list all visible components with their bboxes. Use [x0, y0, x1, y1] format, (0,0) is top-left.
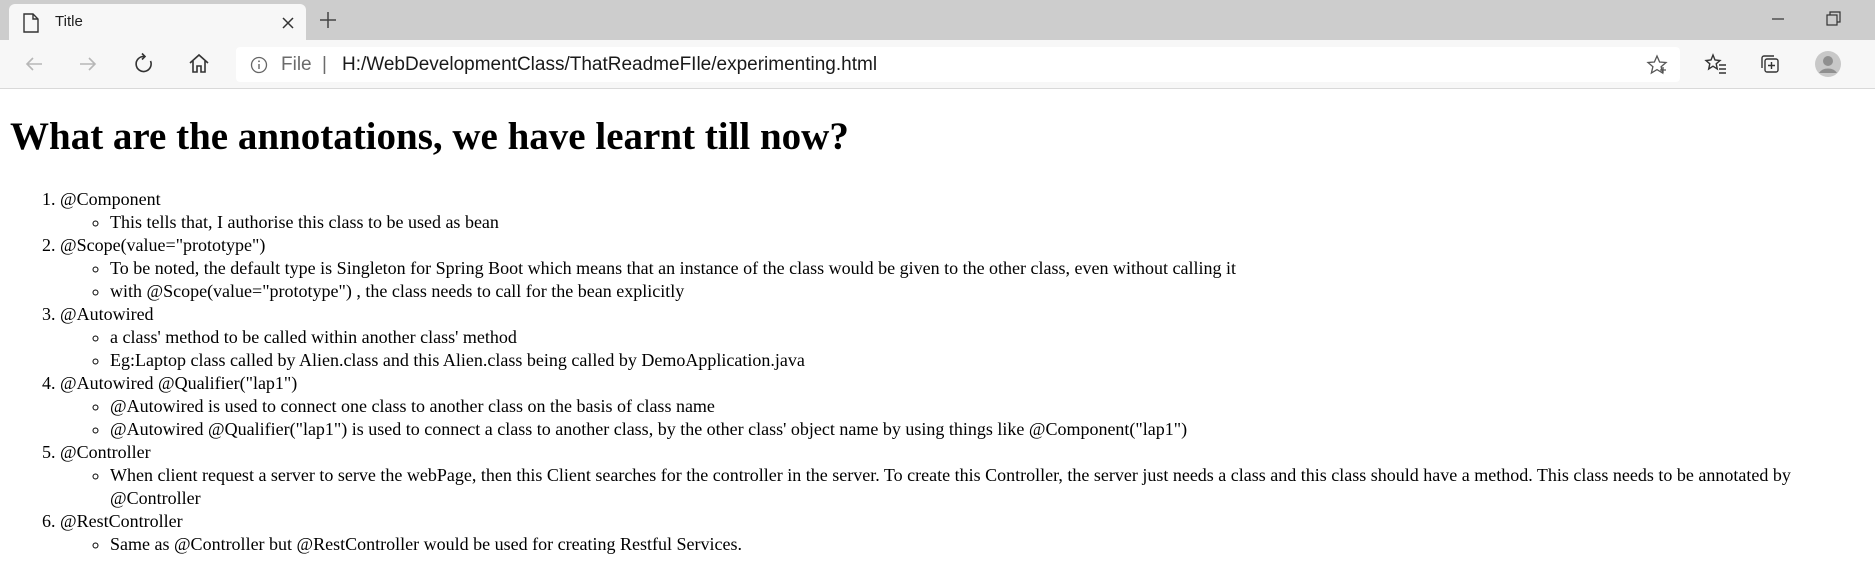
collections-icon[interactable]: [1758, 52, 1782, 76]
sub-list: a class' method to be called within anot…: [60, 326, 1870, 372]
url-separator: |: [322, 54, 327, 75]
browser-toolbar: File | H:/WebDevelopmentClass/ThatReadme…: [0, 40, 1875, 89]
sub-list-item: a class' method to be called within anot…: [110, 326, 1870, 349]
favorite-star-icon[interactable]: [1646, 54, 1668, 76]
sub-list: To be noted, the default type is Singlet…: [60, 257, 1870, 303]
close-icon[interactable]: [281, 16, 295, 30]
sub-list-item: To be noted, the default type is Singlet…: [110, 257, 1870, 280]
sub-list: When client request a server to serve th…: [60, 464, 1870, 510]
sub-list: Same as @Controller but @RestController …: [60, 533, 1870, 556]
sub-list-item: with @Scope(value="prototype") , the cla…: [110, 280, 1870, 303]
annotation-title: @Autowired: [60, 304, 154, 324]
page-icon: [23, 13, 39, 33]
address-bar[interactable]: File | H:/WebDevelopmentClass/ThatReadme…: [236, 47, 1680, 82]
sub-list-item: Eg:Laptop class called by Alien.class an…: [110, 349, 1870, 372]
sub-list-item: Same as @Controller but @RestController …: [110, 533, 1870, 556]
sub-list-item: When client request a server to serve th…: [110, 464, 1870, 510]
annotation-title: @RestController: [60, 511, 183, 531]
url-text[interactable]: H:/WebDevelopmentClass/ThatReadmeFIle/ex…: [342, 54, 877, 76]
list-item: @RestController Same as @Controller but …: [60, 510, 1870, 556]
minimize-icon[interactable]: [1767, 8, 1789, 30]
list-item: @Autowired @Qualifier("lap1") @Autowired…: [60, 372, 1870, 441]
url-scheme: File: [281, 54, 312, 75]
list-item: @Controller When client request a server…: [60, 441, 1870, 510]
refresh-icon[interactable]: [132, 52, 156, 76]
sub-list: @Autowired is used to connect one class …: [60, 395, 1870, 441]
info-icon[interactable]: [250, 56, 268, 74]
tab-title: Title: [55, 13, 83, 30]
sub-list-item: @Autowired is used to connect one class …: [110, 395, 1870, 418]
home-icon[interactable]: [187, 52, 211, 76]
sub-list: This tells that, I authorise this class …: [60, 211, 1870, 234]
favorites-icon[interactable]: [1704, 52, 1728, 76]
sub-list-item: This tells that, I authorise this class …: [110, 211, 1870, 234]
annotation-title: @Component: [60, 189, 161, 209]
page-heading: What are the annotations, we have learnt…: [10, 115, 849, 158]
back-icon[interactable]: [22, 52, 46, 76]
restore-icon[interactable]: [1822, 8, 1844, 30]
annotation-title: @Controller: [60, 442, 151, 462]
list-item: @Component This tells that, I authorise …: [60, 188, 1870, 234]
tab-strip: Title: [0, 0, 1875, 40]
annotation-title: @Scope(value="prototype"): [60, 235, 266, 255]
profile-icon[interactable]: [1814, 50, 1842, 78]
annotation-title: @Autowired @Qualifier("lap1"): [60, 373, 298, 393]
list-item: @Scope(value="prototype") To be noted, t…: [60, 234, 1870, 303]
annotations-list: @Component This tells that, I authorise …: [0, 188, 1870, 556]
list-item: @Autowired a class' method to be called …: [60, 303, 1870, 372]
browser-tab[interactable]: Title: [9, 4, 306, 40]
plus-icon[interactable]: [318, 10, 338, 30]
sub-list-item: @Autowired @Qualifier("lap1") is used to…: [110, 418, 1870, 441]
forward-icon[interactable]: [76, 52, 100, 76]
